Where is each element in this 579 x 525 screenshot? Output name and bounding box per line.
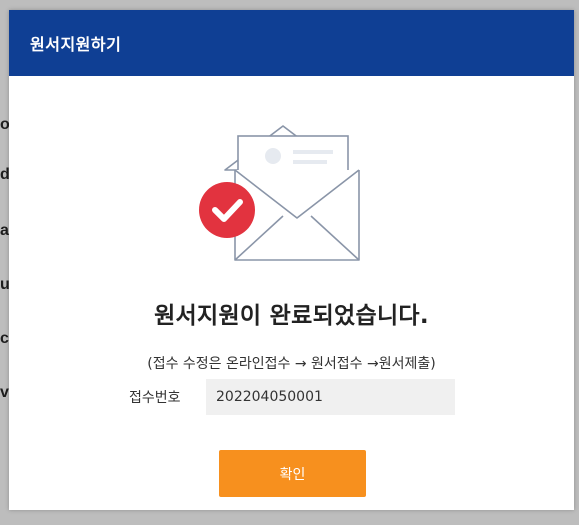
dialog-header: 원서지원하기 — [9, 10, 574, 76]
receipt-number-field: 202204050001 — [206, 379, 455, 415]
receipt-number-value: 202204050001 — [216, 389, 323, 405]
envelope-with-document-icon — [199, 125, 360, 261]
background-fragment: v — [0, 384, 9, 401]
receipt-number-label: 접수번호 — [129, 390, 181, 406]
confirm-button[interactable]: 확인 — [219, 450, 366, 497]
receipt-number-row: 접수번호 202204050001 — [129, 379, 455, 415]
edit-instruction-note: (접수 수정은 온라인접수 → 원서접수 →원서제출) — [147, 356, 436, 372]
background-fragment: c — [0, 330, 9, 347]
completion-headline: 원서지원이 완료되었습니다. — [154, 303, 429, 329]
application-complete-dialog: 원서지원하기 원서지원이 완료되었습니다. (접수 수정은 온라인접수 → 원서… — [9, 10, 574, 510]
check-circle-icon — [199, 182, 255, 238]
background-fragment: a — [0, 222, 9, 239]
dialog-title: 원서지원하기 — [30, 35, 122, 54]
dialog-body: 원서지원이 완료되었습니다. (접수 수정은 온라인접수 → 원서접수 →원서제… — [9, 76, 574, 510]
